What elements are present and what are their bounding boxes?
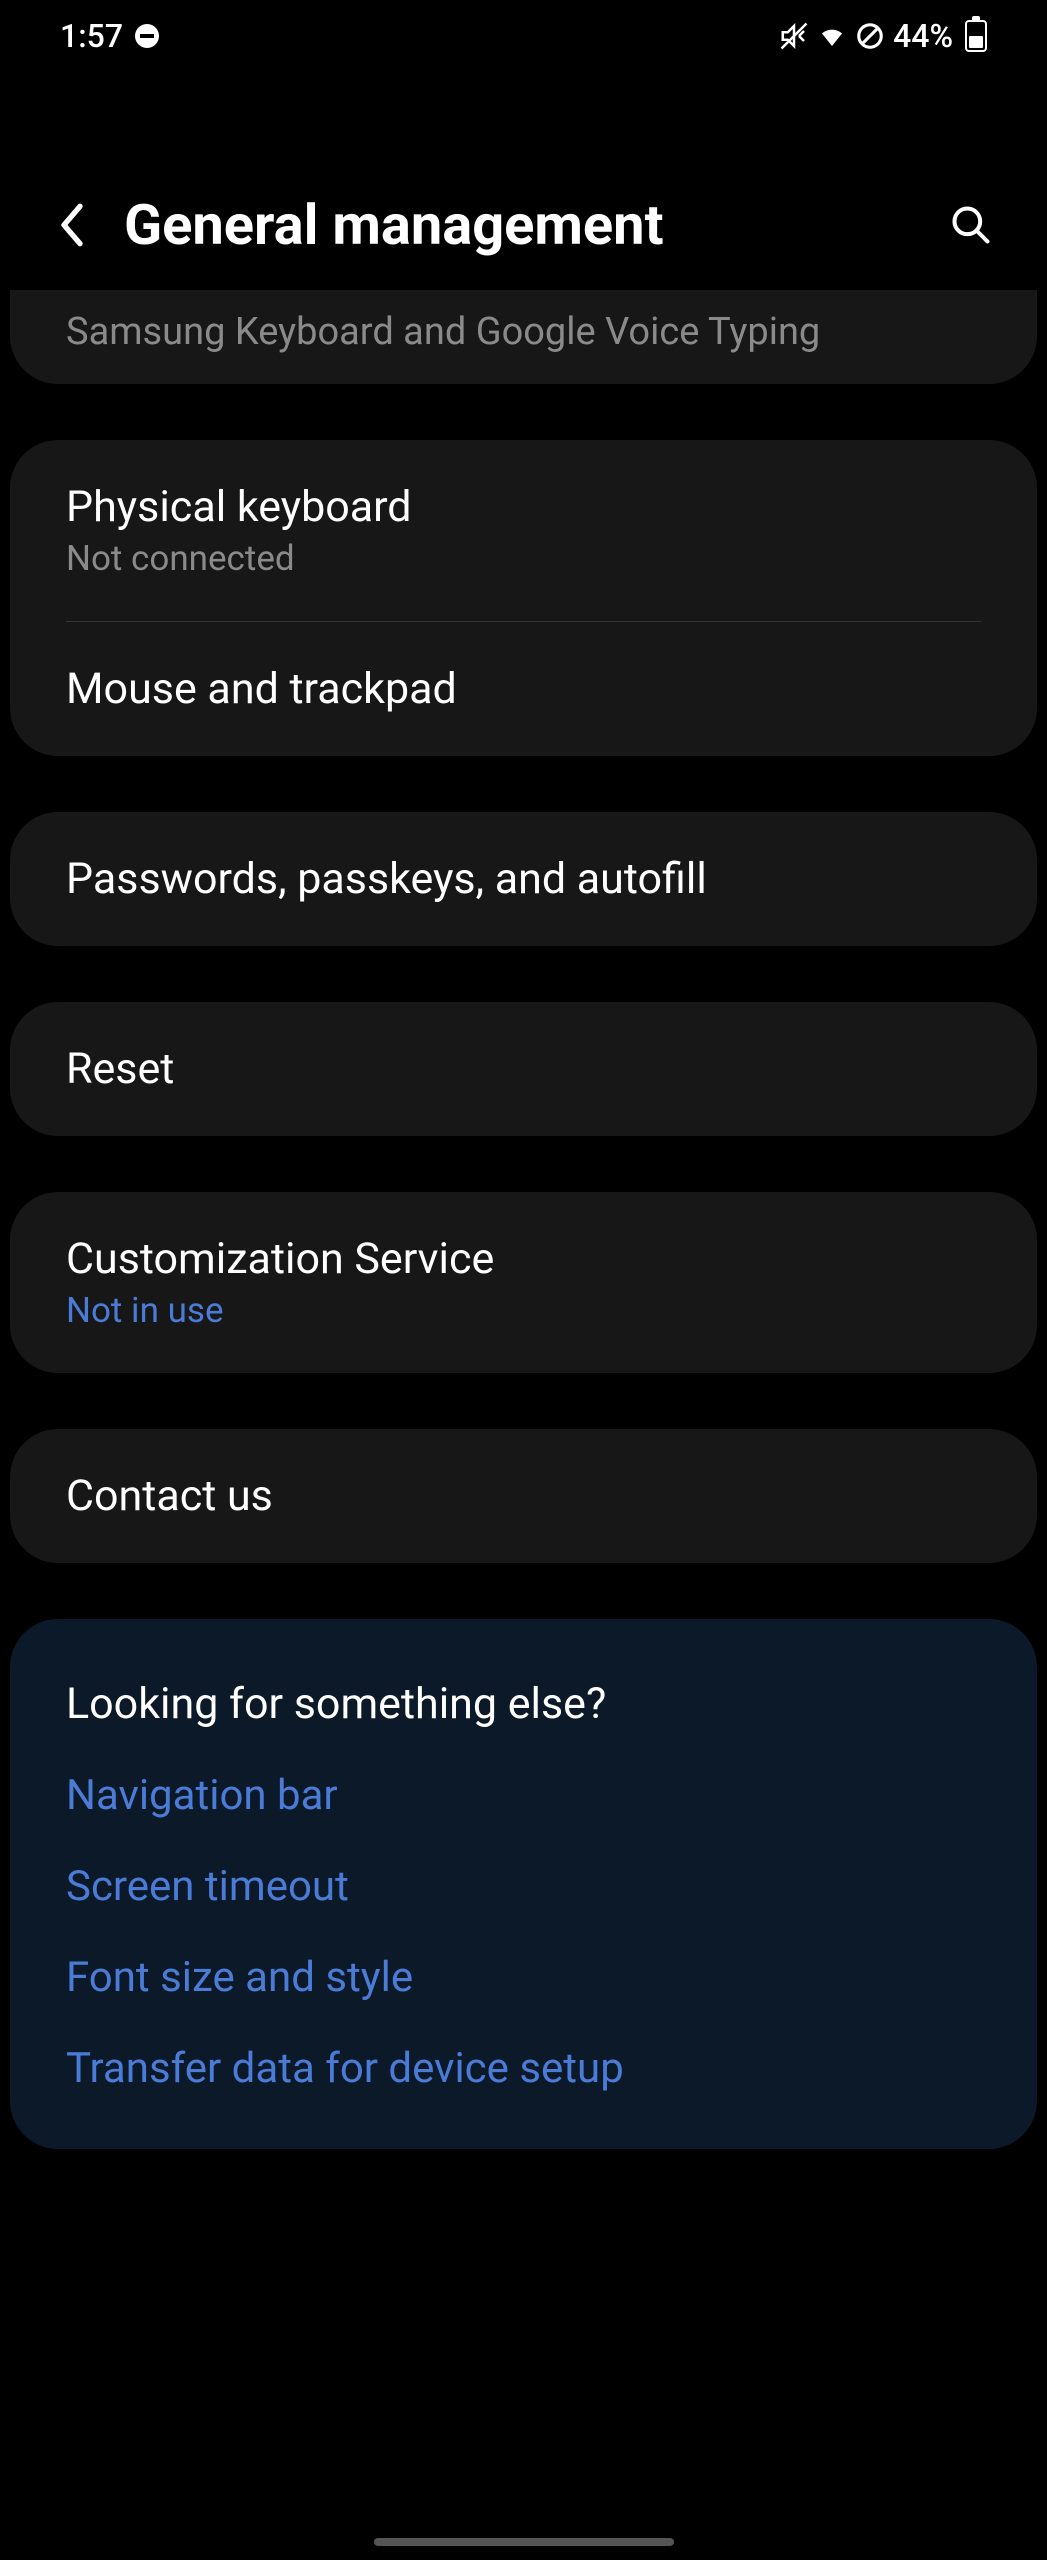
reset-item[interactable]: Reset [10,1002,1037,1136]
settings-group-input-devices: Physical keyboard Not connected Mouse an… [10,440,1037,756]
item-title: Contact us [66,1471,981,1521]
search-button[interactable] [943,197,999,253]
suggestion-link-font-size[interactable]: Font size and style [66,1953,981,2002]
suggestions-card: Looking for something else? Navigation b… [10,1619,1037,2149]
suggestion-link-screen-timeout[interactable]: Screen timeout [66,1862,981,1911]
battery-percent-text: 44% [893,17,953,55]
status-right: 44% [779,17,987,55]
clock-text: 1:57 [60,17,123,55]
search-icon [949,203,993,247]
passwords-item[interactable]: Passwords, passkeys, and autofill [10,812,1037,946]
settings-group-customization: Customization Service Not in use [10,1192,1037,1373]
page-title: General management [124,192,915,258]
item-title: Reset [66,1044,981,1094]
mute-icon [779,21,809,51]
item-title: Mouse and trackpad [66,664,981,714]
settings-group-passwords: Passwords, passkeys, and autofill [10,812,1037,946]
keyboard-list-subtitle: Samsung Keyboard and Google Voice Typing [66,310,981,354]
mouse-trackpad-item[interactable]: Mouse and trackpad [10,622,1037,756]
item-title: Customization Service [66,1234,981,1284]
item-title: Physical keyboard [66,482,981,532]
customization-service-item[interactable]: Customization Service Not in use [10,1192,1037,1373]
status-left: 1:57 [60,17,159,55]
item-title: Passwords, passkeys, and autofill [66,854,981,904]
dnd-icon [135,24,159,48]
contact-us-item[interactable]: Contact us [10,1429,1037,1563]
keyboard-list-item[interactable]: Samsung Keyboard and Google Voice Typing [10,290,1037,384]
physical-keyboard-item[interactable]: Physical keyboard Not connected [10,440,1037,621]
chevron-left-icon [55,201,89,249]
item-subtitle: Not in use [66,1290,981,1331]
back-button[interactable] [48,201,96,249]
app-header: General management [0,152,1047,290]
suggestion-link-navigation-bar[interactable]: Navigation bar [66,1771,981,1820]
navigation-handle[interactable] [374,2538,674,2546]
wifi-icon [817,21,847,51]
settings-group-contact: Contact us [10,1429,1037,1563]
no-data-icon [855,21,885,51]
suggestion-link-transfer-data[interactable]: Transfer data for device setup [66,2044,981,2093]
settings-group-reset: Reset [10,1002,1037,1136]
item-subtitle: Not connected [66,538,981,579]
battery-icon [965,20,987,52]
status-bar: 1:57 44% [0,0,1047,72]
suggestions-heading: Looking for something else? [66,1679,981,1729]
